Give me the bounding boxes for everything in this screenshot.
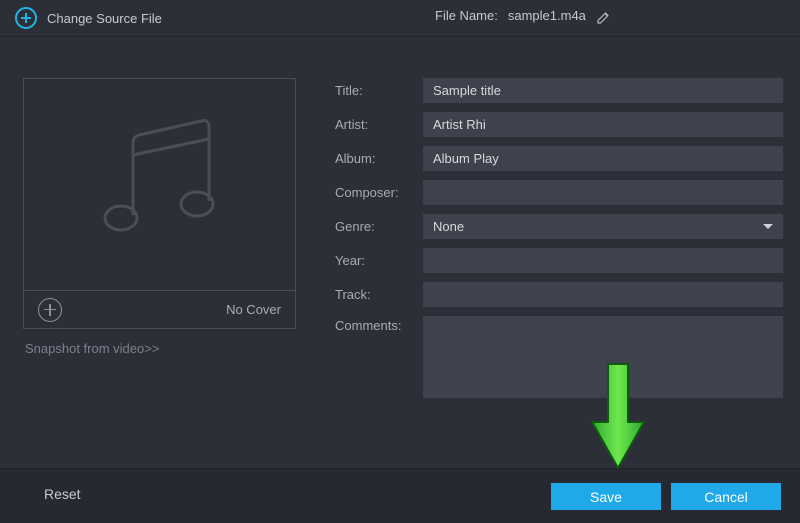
genre-select[interactable]: None [423, 214, 783, 239]
music-note-icon [85, 115, 235, 255]
metadata-form: Title: Artist: Album: Composer: Genre: N… [335, 78, 783, 407]
row-title: Title: [335, 78, 783, 103]
comments-label: Comments: [335, 316, 423, 333]
chevron-down-icon [763, 224, 773, 229]
row-comments: Comments: [335, 316, 783, 398]
reset-button[interactable]: Reset [44, 486, 81, 502]
header-divider [0, 36, 800, 37]
track-label: Track: [335, 287, 423, 302]
edit-file-name-button[interactable] [596, 9, 610, 23]
track-input[interactable] [423, 282, 783, 307]
file-name-value: sample1.m4a [508, 8, 586, 23]
footer-bar: Reset Save Cancel [0, 469, 800, 523]
genre-value: None [433, 219, 464, 234]
row-genre: Genre: None [335, 214, 783, 239]
cancel-button[interactable]: Cancel [671, 483, 781, 510]
cover-art-toolbar: No Cover [23, 291, 296, 329]
cover-art-preview [23, 78, 296, 291]
save-button[interactable]: Save [551, 483, 661, 510]
composer-input[interactable] [423, 180, 783, 205]
comments-input[interactable] [423, 316, 783, 398]
composer-label: Composer: [335, 185, 423, 200]
row-composer: Composer: [335, 180, 783, 205]
title-input[interactable] [423, 78, 783, 103]
year-label: Year: [335, 253, 423, 268]
plus-circle-icon [15, 7, 37, 29]
pencil-icon [596, 9, 612, 25]
change-source-file-label: Change Source File [47, 11, 162, 26]
cover-art-panel: No Cover Snapshot from video>> [23, 78, 296, 356]
row-year: Year: [335, 248, 783, 273]
row-artist: Artist: [335, 112, 783, 137]
header-bar: Change Source File File Name: sample1.m4… [0, 0, 800, 36]
artist-label: Artist: [335, 117, 423, 132]
title-label: Title: [335, 83, 423, 98]
album-input[interactable] [423, 146, 783, 171]
year-input[interactable] [423, 248, 783, 273]
add-cover-button[interactable] [38, 298, 62, 322]
file-name-group: File Name: sample1.m4a [435, 8, 610, 23]
snapshot-from-video-link[interactable]: Snapshot from video>> [23, 341, 296, 356]
change-source-file-button[interactable]: Change Source File [15, 7, 162, 29]
row-track: Track: [335, 282, 783, 307]
row-album: Album: [335, 146, 783, 171]
artist-input[interactable] [423, 112, 783, 137]
genre-label: Genre: [335, 219, 423, 234]
album-label: Album: [335, 151, 423, 166]
no-cover-label: No Cover [226, 302, 281, 317]
file-name-label: File Name: [435, 8, 498, 23]
